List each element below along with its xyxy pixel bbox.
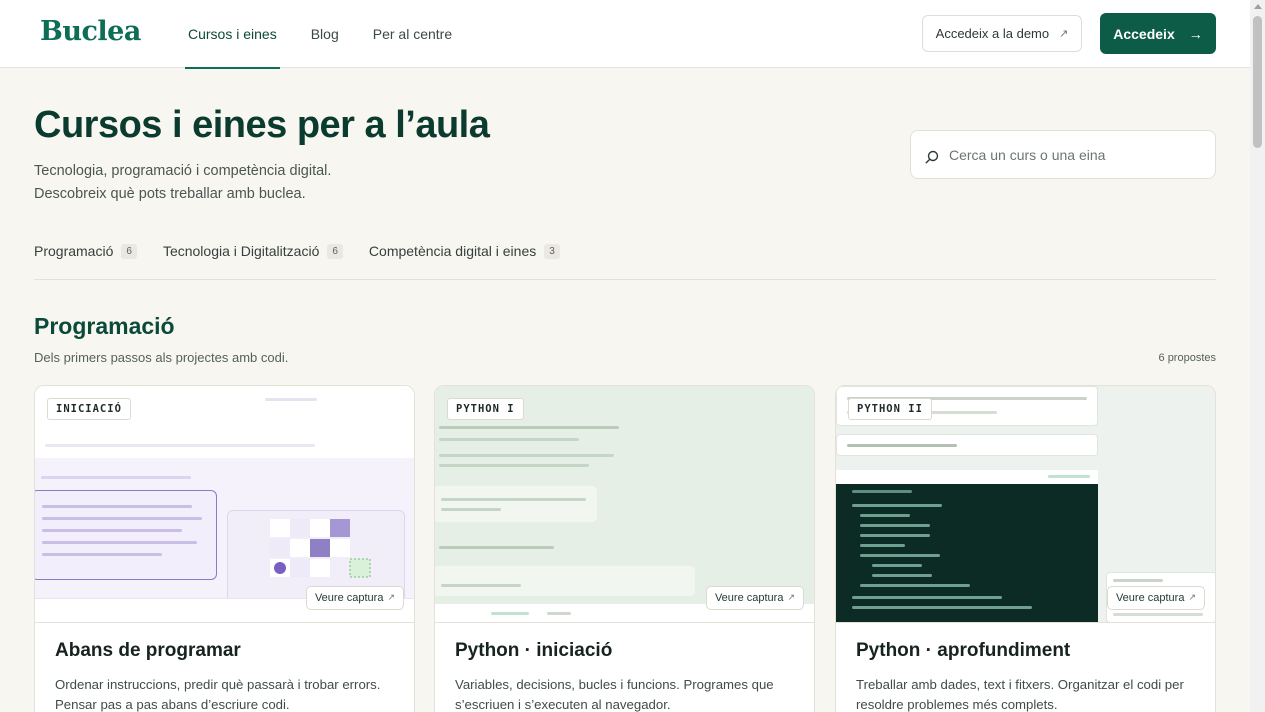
search-box[interactable] [910, 130, 1216, 179]
search-icon [925, 150, 939, 164]
section-title: Programació [34, 313, 175, 339]
course-screenshot[interactable]: PYTHON II Veure captura ↗ [836, 386, 1215, 623]
screenshot-steps [45, 444, 315, 447]
page-scrollbar[interactable] [1250, 0, 1265, 712]
view-capture-button[interactable]: Veure captura ↗ [305, 586, 404, 610]
course-card[interactable]: INICIACIÓ Veure captura ↗ Abans de progr… [34, 385, 415, 712]
capture-label: Veure captura [314, 592, 384, 604]
card-description: Variables, decisions, bucles i funcions.… [455, 677, 774, 712]
subtitle-line: Tecnologia, programació i competència di… [34, 163, 332, 179]
arrow-right-icon: → [1188, 25, 1203, 42]
page-subtitle: Tecnologia, programació i competència di… [34, 160, 331, 206]
filter-technology[interactable]: Tecnologia i Digitalització 6 [163, 243, 343, 259]
filter-programming[interactable]: Programació 6 [34, 243, 137, 259]
level-badge: INICIACIÓ [47, 398, 131, 420]
card-description: Treballar amb dades, text i fitxers. Org… [856, 677, 1184, 712]
screenshot-progress [265, 398, 317, 401]
filter-count-badge: 6 [327, 243, 343, 259]
card-description: Ordenar instruccions, predir què passarà… [55, 677, 381, 712]
external-link-icon: ↗ [1059, 28, 1069, 40]
filter-label: Competència digital i eines [368, 243, 537, 259]
view-capture-button[interactable]: Veure captura ↗ [705, 586, 804, 610]
filter-label: Programació [34, 243, 114, 259]
top-header: Buclea Cursos i eines Blog Per al centre… [0, 0, 1250, 69]
external-link-icon: ↗ [787, 592, 795, 602]
screenshot-code-editor [836, 484, 1098, 622]
screenshot-topbar [35, 386, 414, 458]
subtitle-line: Descobreix què pots treballar amb buclea… [34, 186, 306, 202]
nav-item-courses[interactable]: Cursos i eines [185, 0, 280, 69]
filter-label: Tecnologia i Digitalització [162, 243, 320, 259]
screenshot-answer [435, 566, 695, 596]
course-screenshot[interactable]: INICIACIÓ Veure captura ↗ [35, 386, 414, 623]
filter-count-badge: 3 [544, 243, 560, 259]
course-card[interactable]: PYTHON I Veure captura ↗ Python · inicia… [434, 385, 815, 712]
screenshot-situation-box [35, 490, 217, 580]
filter-digital-competence[interactable]: Competència digital i eines 3 [369, 243, 560, 259]
section-count: 6 propostes [1158, 352, 1216, 364]
course-card[interactable]: PYTHON II Veure captura ↗ Python · aprof… [835, 385, 1216, 712]
demo-button-label: Accedeix a la demo [935, 26, 1050, 41]
card-title[interactable]: Python · iniciació [455, 640, 612, 662]
search-input[interactable] [949, 146, 1189, 163]
filter-count-badge: 6 [121, 243, 137, 259]
scroll-up-icon[interactable] [1254, 4, 1262, 9]
screenshot-question [439, 546, 554, 549]
card-title[interactable]: Abans de programar [55, 640, 241, 662]
page-title: Cursos i eines per a l’aula [34, 104, 490, 146]
external-link-icon: ↗ [387, 592, 395, 602]
screenshot-text [439, 426, 619, 429]
nav-item-school[interactable]: Per al centre [370, 0, 455, 68]
filters-divider [34, 279, 1216, 280]
screenshot-heading [41, 476, 191, 479]
external-link-icon: ↗ [1188, 592, 1196, 602]
screenshot-editor-bar [836, 470, 1098, 484]
view-capture-button[interactable]: Veure captura ↗ [1106, 586, 1205, 610]
demo-button[interactable]: Accedeix a la demo ↗ [922, 15, 1082, 52]
screenshot-text [439, 464, 589, 467]
section-subtitle: Dels primers passos als projectes amb co… [34, 350, 289, 365]
screenshot-text [439, 454, 614, 457]
scroll-thumb[interactable] [1253, 16, 1262, 148]
main-nav: Cursos i eines Blog Per al centre [185, 0, 483, 69]
capture-label: Veure captura [714, 592, 784, 604]
screenshot-text [439, 438, 579, 441]
category-filters: Programació 6 Tecnologia i Digitalitzaci… [34, 243, 586, 259]
login-button-label: Accedeix [1113, 25, 1175, 42]
buclea-logo[interactable]: Buclea [40, 16, 141, 47]
capture-label: Veure captura [1115, 592, 1185, 604]
level-badge: PYTHON II [848, 398, 932, 420]
level-badge: PYTHON I [447, 398, 524, 420]
screenshot-practice [836, 434, 1098, 456]
login-button[interactable]: Accedeix → [1100, 13, 1216, 54]
card-title[interactable]: Python · aprofundiment [856, 640, 1070, 662]
screenshot-note [435, 486, 597, 522]
nav-item-blog[interactable]: Blog [308, 0, 342, 68]
course-screenshot[interactable]: PYTHON I Veure captura ↗ [435, 386, 814, 623]
